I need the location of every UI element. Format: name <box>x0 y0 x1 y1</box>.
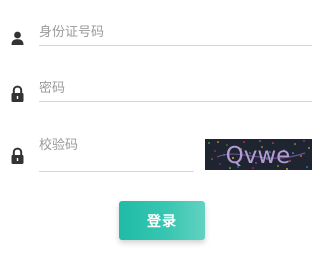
id-number-row <box>0 18 322 50</box>
user-icon <box>10 30 25 47</box>
captcha-input[interactable] <box>39 133 194 172</box>
lock-icon <box>10 85 25 102</box>
captcha-text: Qvwe <box>226 143 291 169</box>
captcha-image[interactable]: Qvwe <box>205 139 312 170</box>
password-row <box>0 74 322 106</box>
password-input[interactable] <box>39 76 312 102</box>
login-form: Qvwe 登录 <box>0 0 322 256</box>
id-number-input[interactable] <box>39 20 312 46</box>
captcha-row: Qvwe <box>0 131 322 172</box>
login-button[interactable]: 登录 <box>119 201 205 240</box>
lock-icon <box>10 147 25 164</box>
